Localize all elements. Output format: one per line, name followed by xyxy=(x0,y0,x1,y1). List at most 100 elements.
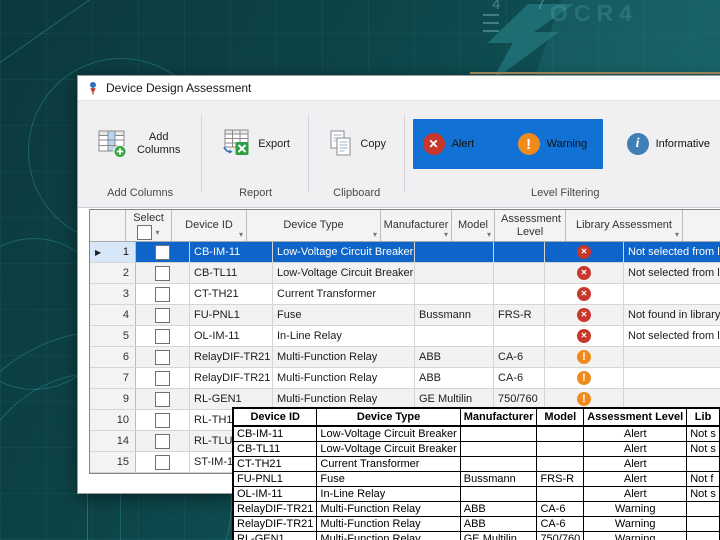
table-row[interactable]: 2 CB-TL11 Low-Voltage Circuit Breaker ✕ Not … xyxy=(90,263,720,284)
row-checkbox[interactable] xyxy=(155,412,170,428)
overlay-cell: Multi-Function Relay xyxy=(316,501,461,517)
circuit-line-decoration xyxy=(87,492,88,540)
overlay-cell: Alert xyxy=(583,471,688,487)
overlay-cell: Current Transformer xyxy=(316,456,461,472)
filter-alert-button[interactable]: ✕ Alert xyxy=(413,119,508,169)
device-type-cell: Low-Voltage Circuit Breaker xyxy=(273,242,415,262)
title-bar[interactable]: Device Design Assessment xyxy=(78,76,720,100)
informative-icon: i xyxy=(626,133,649,155)
overlay-cell xyxy=(459,456,538,472)
row-checkbox[interactable] xyxy=(155,244,170,260)
model-cell xyxy=(494,284,545,304)
overlay-cell: ABB xyxy=(459,501,538,517)
overlay-cell: Multi-Function Relay xyxy=(316,516,461,532)
export-button[interactable]: Export xyxy=(221,129,290,159)
select-cell xyxy=(136,389,190,409)
export-label: Export xyxy=(258,137,290,150)
chevron-down-icon[interactable]: ▾ xyxy=(444,230,448,239)
row-number-cell: 6 xyxy=(90,347,136,367)
row-checkbox[interactable] xyxy=(155,454,170,470)
assessment-level-cell: ! xyxy=(545,368,624,388)
row-checkbox[interactable] xyxy=(155,328,170,344)
table-row[interactable]: 5 OL-IM-11 In-Line Relay ✕ Not selected from… xyxy=(90,326,720,347)
library-assessment-cell: Not selected from library xyxy=(624,326,720,346)
overlay-cell: Low-Voltage Circuit Breaker xyxy=(316,425,461,442)
assessment-level-cell: ✕ xyxy=(545,263,624,283)
row-checkbox[interactable] xyxy=(155,307,170,323)
row-number-cell: 7 xyxy=(90,368,136,388)
chevron-down-icon[interactable]: ▾ xyxy=(155,228,159,237)
row-number-cell: 10 xyxy=(90,410,136,430)
column-header-device-id[interactable]: Device ID ▾ xyxy=(172,210,247,241)
column-header-clipped[interactable] xyxy=(683,210,720,241)
manufacturer-cell xyxy=(415,242,494,262)
row-checkbox[interactable] xyxy=(155,391,170,407)
column-header-device-type[interactable]: Device Type ▾ xyxy=(247,210,381,241)
add-columns-label: Add Columns xyxy=(136,131,181,156)
overlay-cell xyxy=(536,425,585,442)
ribbon: Add Columns Add Columns Export Report Co… xyxy=(78,100,720,208)
app-icon xyxy=(90,81,96,95)
overlay-cell: Warning xyxy=(583,516,688,532)
overlay-cell xyxy=(536,486,585,502)
manufacturer-cell: Bussmann xyxy=(415,305,494,325)
model-cell: 750/760 xyxy=(494,389,545,409)
table-row[interactable]: 7 RelayDIF-TR21 Multi-Function Relay ABB CA-… xyxy=(90,368,720,389)
copy-label: Copy xyxy=(360,137,387,150)
overlay-cell: OL-IM-11 xyxy=(232,486,318,502)
add-columns-button[interactable]: Add Columns xyxy=(97,129,184,159)
overlay-cell xyxy=(686,516,720,532)
overlay-row: CB-IM-11 Low-Voltage Circuit Breaker Alert… xyxy=(232,425,720,442)
row-checkbox[interactable] xyxy=(155,349,170,365)
ribbon-group-add-columns: Add Columns Add Columns xyxy=(78,101,203,207)
overlay-row: RelayDIF-TR21 Multi-Function Relay ABB CA-6… xyxy=(232,501,720,517)
overlay-cell: CB-IM-11 xyxy=(232,425,318,442)
warning-icon: ! xyxy=(577,350,591,364)
table-row[interactable]: ▶ 1 CB-IM-11 Low-Voltage Circuit Breaker ✕ No… xyxy=(90,242,720,263)
model-cell: CA-6 xyxy=(494,347,545,367)
library-assessment-cell: Not selected from library xyxy=(624,263,720,283)
group-label-add-columns: Add Columns xyxy=(107,187,174,199)
column-header-manufacturer[interactable]: Manufacturer ▾ xyxy=(381,210,452,241)
warning-icon: ! xyxy=(577,392,591,406)
chevron-down-icon[interactable]: ▾ xyxy=(487,230,491,239)
overlay-cell: Not f xyxy=(686,471,720,487)
overlay-row: CB-TL11 Low-Voltage Circuit Breaker Alert N… xyxy=(232,441,720,457)
export-excel-icon xyxy=(223,129,249,155)
row-checkbox[interactable] xyxy=(155,433,170,449)
filter-informative-label: Informative xyxy=(655,138,710,150)
table-row[interactable]: 4 FU-PNL1 Fuse Bussmann FRS-R ✕ Not found in l… xyxy=(90,305,720,326)
column-header-library-assessment[interactable]: Library Assessment ▾ xyxy=(566,210,683,241)
overlay-cell xyxy=(536,441,585,457)
overlay-row: RelayDIF-TR21 Multi-Function Relay ABB CA-6… xyxy=(232,516,720,532)
chevron-down-icon[interactable]: ▾ xyxy=(239,230,243,239)
background-watermark: OCR4 xyxy=(550,0,638,26)
ruler-digits: 4 7 xyxy=(492,0,561,13)
column-header-model[interactable]: Model ▾ xyxy=(452,210,495,241)
row-checkbox[interactable] xyxy=(155,370,170,386)
overlay-cell: Alert xyxy=(583,425,688,442)
row-checkbox[interactable] xyxy=(155,265,170,281)
chevron-down-icon[interactable]: ▾ xyxy=(675,230,679,239)
library-assessment-header-label: Library Assessment xyxy=(576,219,672,232)
table-row[interactable]: 6 RelayDIF-TR21 Multi-Function Relay ABB CA-… xyxy=(90,347,720,368)
alert-icon: ✕ xyxy=(577,266,591,280)
overlay-cell: RL-GEN1 xyxy=(232,531,318,540)
select-all-checkbox[interactable] xyxy=(137,225,153,241)
overlay-cell: RelayDIF-TR21 xyxy=(232,501,318,517)
table-row[interactable]: 3CT-TH21Current Transformer✕Input CT xyxy=(90,284,720,305)
library-assessment-cell: Not selected from library xyxy=(624,242,720,262)
library-assessment-cell xyxy=(624,368,720,388)
overlay-row: OL-IM-11 In-Line Relay Alert Not s xyxy=(232,486,720,502)
filter-informative-button[interactable]: i Informative xyxy=(617,119,720,169)
column-header-select[interactable]: Select ▾ xyxy=(126,210,172,241)
row-checkbox[interactable] xyxy=(155,286,170,302)
copy-button[interactable]: Copy xyxy=(327,129,386,159)
group-label-level-filtering: Level Filtering xyxy=(531,187,600,199)
chevron-down-icon[interactable]: ▾ xyxy=(373,230,377,239)
column-header-assessment-level[interactable]: Assessment Level xyxy=(495,210,566,241)
filter-warning-button[interactable]: ! Warning xyxy=(508,119,603,169)
ribbon-group-report: Export Report xyxy=(202,101,309,207)
select-cell xyxy=(136,326,190,346)
device-id-cell: CB-IM-11 xyxy=(190,242,273,262)
